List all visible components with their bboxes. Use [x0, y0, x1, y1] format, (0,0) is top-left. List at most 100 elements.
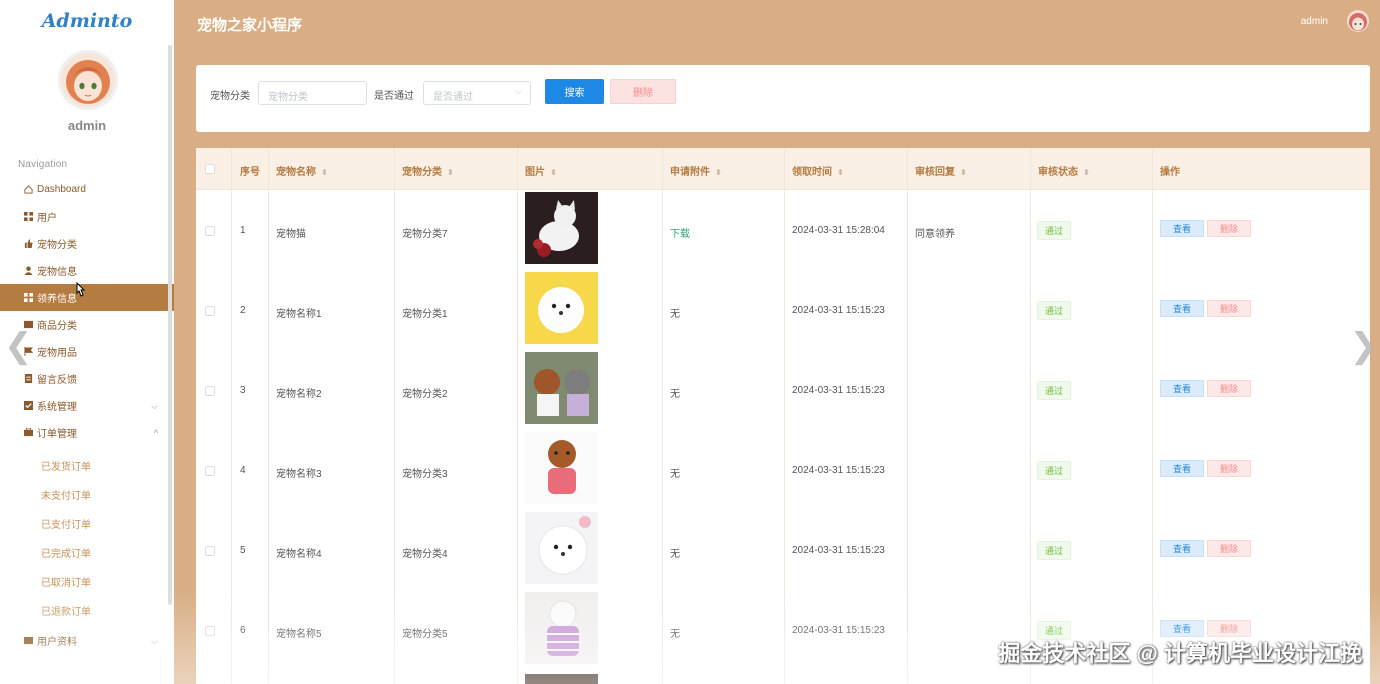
cell-attachment: 无: [670, 549, 680, 560]
sidebar-item-dashboard[interactable]: Dashboard: [0, 176, 174, 203]
row-delete-button[interactable]: 删除: [1207, 540, 1251, 557]
row-checkbox[interactable]: [205, 226, 215, 236]
col-header-reply[interactable]: 审核回复 ⬍: [915, 163, 967, 178]
row-checkbox[interactable]: [205, 626, 215, 636]
view-button[interactable]: 查看: [1160, 300, 1204, 317]
table-row: 3 宠物名称2 宠物分类2 无 2024-03-31 15:15:23 通过 查…: [196, 350, 1370, 430]
col-header-attachment[interactable]: 申请附件 ⬍: [670, 163, 722, 178]
person-icon: [24, 266, 33, 275]
prev-slide-icon[interactable]: ❮: [4, 326, 33, 366]
cell-time: 2024-03-31 15:15:23: [792, 465, 885, 476]
category-input[interactable]: 宠物分类: [258, 81, 367, 105]
col-header-time[interactable]: 领取时间 ⬍: [792, 163, 844, 178]
doc-icon: [24, 374, 33, 383]
table-row: 4 宠物名称3 宠物分类3 无 2024-03-31 15:15:23 通过 查…: [196, 430, 1370, 510]
row-delete-button[interactable]: 删除: [1207, 220, 1251, 237]
sidebar-item-adoption[interactable]: 领养信息: [0, 282, 174, 311]
col-header-status[interactable]: 审核状态 ⬍: [1038, 163, 1090, 178]
sidebar-item-users[interactable]: 用户: [0, 203, 174, 230]
cell-no: 2: [240, 305, 246, 316]
avatar[interactable]: [58, 50, 118, 110]
cell-no: 6: [240, 625, 246, 636]
sidebar-subitem-completed[interactable]: 已完成订单: [41, 545, 91, 560]
sidebar-item-label: 系统管理: [37, 402, 77, 413]
cell-category: 宠物分类5: [402, 629, 448, 640]
cell-name: 宠物名称3: [276, 469, 322, 480]
view-button[interactable]: 查看: [1160, 620, 1204, 637]
chevron-down-icon: ⌵: [151, 636, 158, 646]
sidebar-subitem-shipped[interactable]: 已发货订单: [41, 458, 91, 473]
select-all-checkbox[interactable]: [205, 164, 215, 174]
cell-category: 宠物分类7: [402, 229, 448, 240]
nav-section-title: Navigation: [18, 159, 68, 170]
view-button[interactable]: 查看: [1160, 540, 1204, 557]
cell-time: 2024-03-31 15:15:23: [792, 305, 885, 316]
pet-image[interactable]: [525, 192, 598, 264]
table-row: 5 宠物名称4 宠物分类4 无 2024-03-31 15:15:23 通过 查…: [196, 510, 1370, 590]
pet-image[interactable]: [525, 592, 598, 664]
cell-time: 2024-03-31 15:28:04: [792, 225, 885, 236]
attachment-download-link[interactable]: 下载: [670, 225, 690, 240]
status-badge: 通过: [1037, 461, 1071, 480]
chevron-up-icon: ^: [153, 428, 158, 438]
sidebar-item-user-profile[interactable]: 用户资料 ⌵: [0, 627, 174, 654]
cell-time: 2024-03-31 15:15:23: [792, 545, 885, 556]
cell-name: 宠物名称4: [276, 549, 322, 560]
row-checkbox[interactable]: [205, 386, 215, 396]
sidebar-user-name: admin: [67, 118, 107, 133]
pet-image[interactable]: [525, 674, 598, 684]
sidebar-item-label: 宠物信息: [37, 267, 77, 278]
cell-name: 宠物名称5: [276, 629, 322, 640]
pet-image[interactable]: [525, 432, 598, 504]
sidebar-item-label: 订单管理: [37, 429, 77, 440]
sidebar-item-label: 领养信息: [37, 294, 77, 305]
row-delete-button[interactable]: 删除: [1207, 380, 1251, 397]
col-header-image[interactable]: 图片 ⬍: [525, 163, 557, 178]
sidebar-item-label: 商品分类: [37, 321, 77, 332]
pass-select[interactable]: 是否通过 ⌵: [423, 81, 531, 105]
search-button[interactable]: 搜索: [545, 79, 604, 104]
sidebar-subitem-unpaid[interactable]: 未支付订单: [41, 487, 91, 502]
sidebar-subitem-cancelled[interactable]: 已取消订单: [41, 574, 91, 589]
sidebar-subitem-refunded[interactable]: 已退款订单: [41, 603, 91, 618]
col-header-category[interactable]: 宠物分类 ⬍: [402, 163, 454, 178]
sidebar-item-label: 宠物分类: [37, 240, 77, 251]
sidebar-item-orders[interactable]: 订单管理 ^: [0, 419, 174, 446]
header-avatar[interactable]: [1347, 10, 1369, 32]
cursor-icon: [76, 282, 86, 297]
cell-time: 2024-03-31 15:15:23: [792, 625, 885, 636]
sidebar-item-pet-info[interactable]: 宠物信息: [0, 257, 174, 284]
pet-image[interactable]: [525, 512, 598, 584]
row-delete-button[interactable]: 删除: [1207, 460, 1251, 477]
row-checkbox[interactable]: [205, 546, 215, 556]
view-button[interactable]: 查看: [1160, 380, 1204, 397]
delete-button[interactable]: 删除: [610, 79, 676, 104]
row-checkbox[interactable]: [205, 306, 215, 316]
cell-category: 宠物分类3: [402, 469, 448, 480]
sort-icon: ⬍: [837, 168, 844, 177]
sidebar-item-label: 用户: [37, 213, 57, 224]
view-button[interactable]: 查看: [1160, 220, 1204, 237]
sidebar-item-pet-category[interactable]: 宠物分类: [0, 230, 174, 257]
view-button[interactable]: 查看: [1160, 460, 1204, 477]
sidebar-item-feedback[interactable]: 留言反馈: [0, 365, 174, 392]
row-delete-button[interactable]: 删除: [1207, 300, 1251, 317]
header-user-name[interactable]: admin: [1301, 16, 1328, 27]
pet-image[interactable]: [525, 272, 598, 344]
table-row: 2 宠物名称1 宠物分类1 无 2024-03-31 15:15:23 通过 查…: [196, 270, 1370, 350]
pet-image[interactable]: [525, 352, 598, 424]
sidebar-item-label: Dashboard: [37, 184, 86, 195]
sidebar-item-system[interactable]: 系统管理 ⌵: [0, 392, 174, 419]
row-checkbox[interactable]: [205, 466, 215, 476]
cell-attachment: 无: [670, 469, 680, 480]
sort-icon: ⬍: [550, 168, 557, 177]
sidebar-scrollbar[interactable]: [168, 45, 172, 605]
cell-category: 宠物分类4: [402, 549, 448, 560]
sidebar-subitem-paid[interactable]: 已支付订单: [41, 516, 91, 531]
app-logo[interactable]: Adminto: [0, 10, 174, 32]
table-header: 序号 宠物名称 ⬍ 宠物分类 ⬍ 图片 ⬍ 申请附件 ⬍ 领取时间 ⬍ 审核回复 ⬍ 审核状…: [196, 148, 1370, 190]
cell-no: 1: [240, 225, 246, 236]
next-slide-icon[interactable]: ❯: [1350, 326, 1379, 366]
col-header-name[interactable]: 宠物名称 ⬍: [276, 163, 328, 178]
row-delete-button[interactable]: 删除: [1207, 620, 1251, 637]
